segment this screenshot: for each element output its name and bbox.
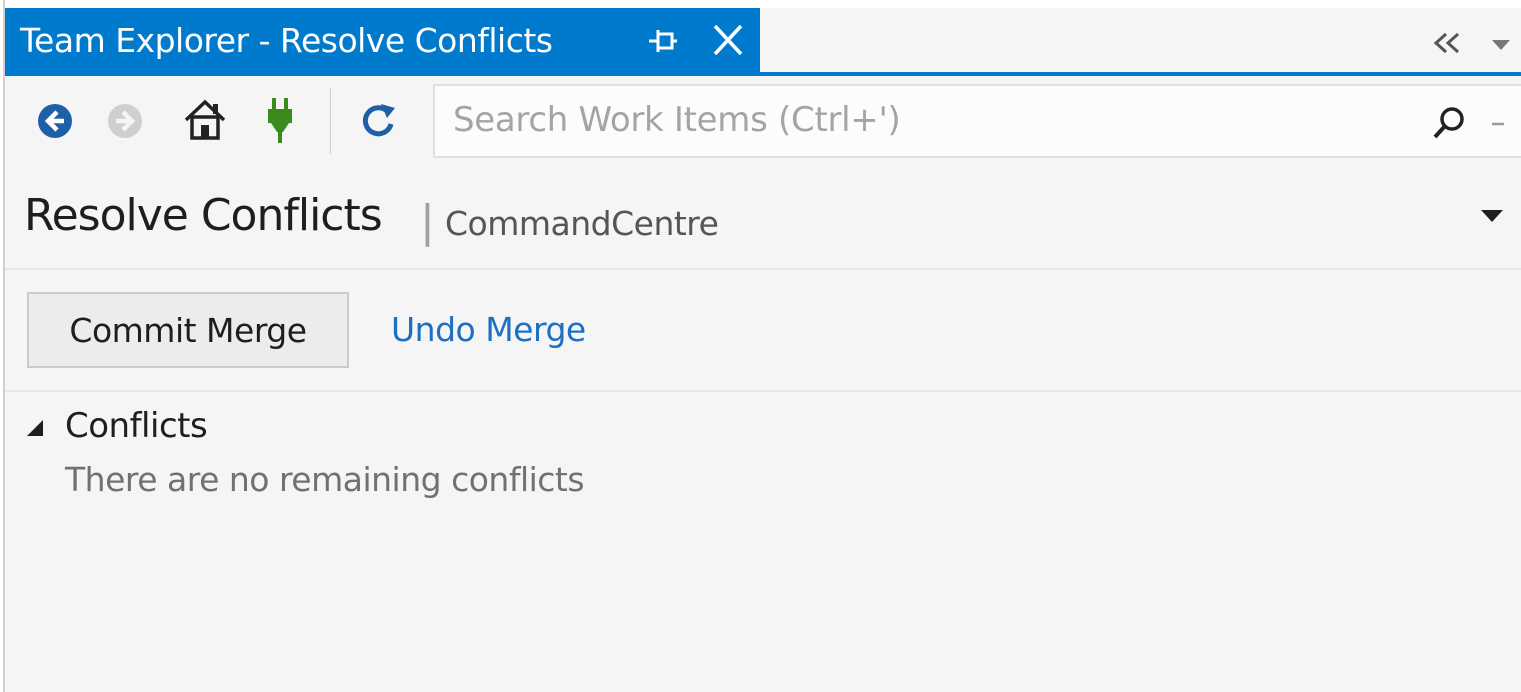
team-explorer-window: Team Explorer - Resolve Conflicts Search… — [0, 0, 1521, 692]
tab-team-explorer[interactable]: Team Explorer - Resolve Conflicts — [5, 8, 760, 72]
conflicts-section: Conflicts There are no remaining conflic… — [5, 392, 1521, 692]
window-left-edge — [0, 0, 5, 692]
conflicts-title[interactable]: Conflicts — [65, 406, 208, 446]
toolbar: Search Work Items (Ctrl+') — [5, 76, 1521, 166]
chevron-down-icon[interactable] — [1488, 32, 1514, 56]
forward-icon[interactable] — [105, 101, 145, 141]
search-icon[interactable] — [1430, 104, 1468, 142]
search-input[interactable]: Search Work Items (Ctrl+') — [433, 84, 1521, 158]
back-icon[interactable] — [35, 101, 75, 141]
title-bar: Team Explorer - Resolve Conflicts — [0, 8, 1521, 76]
page-header: Resolve Conflicts | CommandCentre — [5, 166, 1521, 270]
window-top-edge — [0, 0, 1521, 8]
search-placeholder: Search Work Items (Ctrl+') — [453, 100, 901, 140]
conflicts-message: There are no remaining conflicts — [65, 460, 585, 499]
home-icon[interactable] — [183, 98, 227, 142]
pin-icon[interactable] — [645, 26, 681, 56]
refresh-icon[interactable] — [357, 100, 399, 142]
undo-merge-link[interactable]: Undo Merge — [391, 310, 586, 349]
close-icon[interactable] — [707, 22, 747, 58]
page-title: Resolve Conflicts — [24, 190, 383, 241]
title-separator: | — [420, 196, 435, 247]
tab-title: Team Explorer - Resolve Conflicts — [20, 20, 553, 60]
actions-bar: Commit Merge Undo Merge — [5, 270, 1521, 392]
chevron-down-icon[interactable] — [1479, 206, 1505, 226]
page-context: CommandCentre — [445, 204, 719, 243]
commit-merge-button[interactable]: Commit Merge — [27, 292, 349, 368]
connect-icon[interactable] — [263, 96, 297, 144]
search-options-icon[interactable] — [1488, 114, 1508, 134]
collapse-triangle-icon[interactable] — [25, 418, 45, 438]
chevron-double-left-icon[interactable] — [1428, 28, 1468, 58]
toolbar-separator — [330, 88, 331, 154]
